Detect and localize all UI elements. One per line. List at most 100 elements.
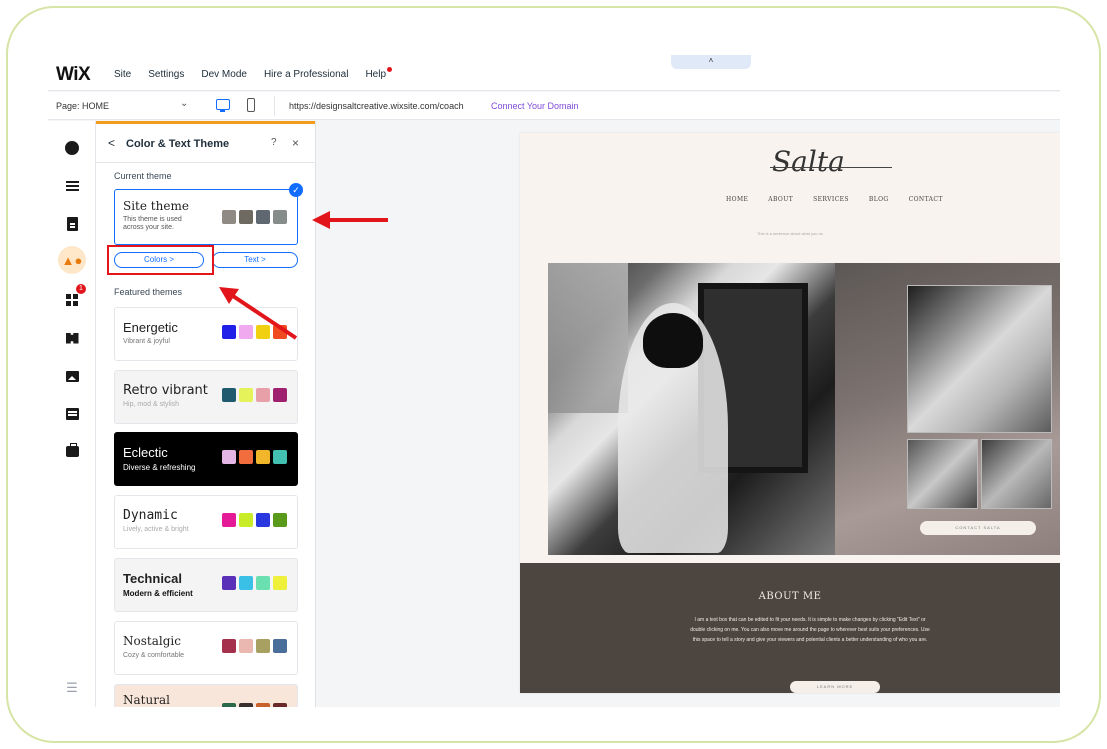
add-elements-button[interactable]: + [58,134,86,162]
menu-site[interactable]: Site [114,69,131,80]
apps-button[interactable]: 1 [58,284,86,314]
theme-button[interactable]: ▲● [58,246,86,274]
wix-editor: WiX Site Settings Dev Mode Hire a Profes… [48,55,1060,707]
theme-subtitle: Modern & efficient [123,589,193,598]
pages-button[interactable] [58,210,86,238]
nav-blog[interactable]: BLOG [869,196,889,203]
gallery-photo-large[interactable] [907,285,1052,433]
apps-icon [66,294,78,306]
swatch [222,210,236,224]
sections-button[interactable] [58,172,86,200]
selected-check-icon: ✓ [289,183,303,197]
theme-subtitle: Cozy & comfortable [123,652,185,659]
swatch [256,388,270,402]
theme-card-energetic[interactable]: Energetic Vibrant & joyful [114,307,298,361]
address-bar: Page: HOME ⌄ https://designsaltcreative.… [48,92,1060,120]
menu-settings[interactable]: Settings [148,69,184,80]
swatch [222,325,236,339]
swatch [256,576,270,590]
site-nav: HOME ABOUT SERVICES BLOG CONTACT [726,196,943,203]
portfolio-button[interactable] [58,436,86,464]
swatch [273,210,287,224]
site-theme-description: This theme is used across your site. [123,216,182,231]
desktop-view-icon[interactable] [216,99,230,112]
menu-dev-mode[interactable]: Dev Mode [201,69,247,80]
theme-card-eclectic[interactable]: Eclectic Diverse & refreshing [114,432,298,486]
business-apps-button[interactable] [58,324,86,352]
about-title: ABOUT ME [758,591,822,602]
wix-logo[interactable]: WiX [56,64,91,86]
page-selector[interactable]: Page: HOME [56,101,109,111]
site-tagline: This is a sentence about what you do [756,231,824,236]
pages-icon [66,217,78,231]
text-button[interactable]: Text > [212,252,298,268]
business-apps-icon [65,332,79,344]
photo-window [548,263,628,413]
swatch [256,513,270,527]
top-bar: WiX Site Settings Dev Mode Hire a Profes… [48,55,1060,91]
swatch [273,513,287,527]
swatch [239,325,253,339]
swatch [222,703,236,707]
contact-button[interactable]: CONTACT SALTA [920,521,1036,535]
theme-name: Eclectic [123,445,168,460]
theme-icon: ▲● [61,252,83,268]
portfolio-icon [65,443,79,457]
portrait-photo[interactable] [548,263,835,555]
theme-card-nostalgic[interactable]: Nostalgic Cozy & comfortable [114,621,298,675]
back-button[interactable]: < [108,136,115,150]
nav-services[interactable]: SERVICES [813,196,849,203]
cms-button[interactable] [58,400,86,428]
site-theme-card[interactable]: Site theme This theme is used across you… [114,183,303,245]
mobile-view-icon[interactable] [247,98,255,112]
about-text[interactable]: I am a text box that can be edited to fi… [690,615,930,645]
gallery-photo-small-right[interactable] [981,439,1052,509]
layers-icon: ☰ [66,679,78,695]
learn-more-button[interactable]: LEARN MORE [790,681,880,693]
current-theme-label: Current theme [114,171,172,181]
theme-card-technical[interactable]: Technical Modern & efficient [114,558,298,612]
panel-header: < Color & Text Theme ? × [96,125,315,163]
nav-about[interactable]: ABOUT [768,196,793,203]
close-button[interactable]: × [292,136,299,150]
theme-swatches [222,513,287,527]
apps-badge: 1 [76,284,86,294]
swatch [239,513,253,527]
media-button[interactable] [58,362,86,390]
swatch [256,703,270,707]
swatch [239,388,253,402]
nav-home[interactable]: HOME [726,196,748,203]
site-header: Salta HOME ABOUT SERVICES BLOG CONTACT T… [520,133,1060,253]
left-tool-rail: + ▲● 1 ☰ [48,121,96,707]
swatch [239,703,253,707]
theme-card-natural[interactable]: Natural [114,684,298,707]
menu-help[interactable]: Help [365,67,393,80]
media-icon [65,370,79,382]
swatch [256,210,270,224]
connect-domain-link[interactable]: Connect Your Domain [491,101,579,111]
hero-section: CONTACT SALTA [520,253,1060,563]
collapse-toolbar-button[interactable]: ˄ [671,55,751,69]
photo-hair [643,313,703,368]
menu-hire-professional[interactable]: Hire a Professional [264,69,348,80]
theme-swatches [222,703,287,707]
help-button[interactable]: ? [271,137,277,148]
chevron-down-icon[interactable]: ⌄ [180,98,188,109]
theme-swatches [222,388,287,402]
editor-canvas: Salta HOME ABOUT SERVICES BLOG CONTACT T… [316,121,1060,707]
color-text-theme-panel: < Color & Text Theme ? × Current theme S… [96,121,316,707]
layers-button[interactable]: ☰ [58,673,86,701]
theme-swatches [222,576,287,590]
theme-card-retro-vibrant[interactable]: Retro vibrant Hip, mod & stylish [114,370,298,424]
nav-contact[interactable]: CONTACT [909,196,943,203]
theme-subtitle: Diverse & refreshing [123,463,196,472]
url-field: https://designsaltcreative.wixsite.com/c… [274,96,1060,116]
site-preview[interactable]: Salta HOME ABOUT SERVICES BLOG CONTACT T… [520,133,1060,693]
panel-title: Color & Text Theme [126,138,230,150]
theme-subtitle: Lively, active & bright [123,526,189,533]
menu-help-label: Help [365,69,387,80]
site-logo[interactable]: Salta [772,145,845,178]
gallery-photo-small-left[interactable] [907,439,978,509]
swatch [222,388,236,402]
theme-card-dynamic[interactable]: Dynamic Lively, active & bright [114,495,298,549]
